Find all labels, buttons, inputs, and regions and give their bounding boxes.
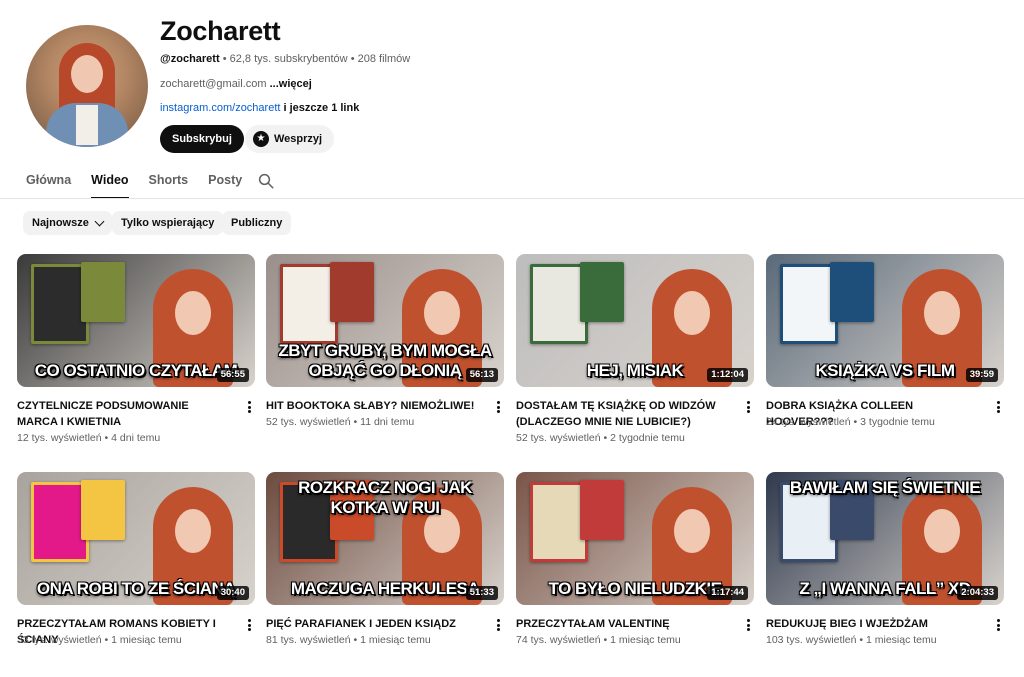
video-card[interactable]: ONA ROBI TO ZE ŚCIANĄ 30:40 PRZECZYTAŁAM R…	[17, 472, 255, 646]
support-button[interactable]: ★ Wesprzyj	[245, 125, 335, 153]
video-title[interactable]: CZYTELNICZE PODSUMOWANIE MARCA I KWIETNI…	[17, 398, 229, 430]
video-title[interactable]: PRZECZYTAŁAM VALENTINĘ	[516, 616, 728, 632]
video-thumbnail[interactable]: KSIĄŻKA VS FILM 39:59	[766, 254, 1004, 387]
video-card[interactable]: CO OSTATNIO CZYTAŁAM 56:55 CZYTELNICZE POD…	[17, 254, 255, 444]
subscriber-count: 62,8 tys. subskrybentów	[229, 53, 348, 65]
video-views: 74 tys. wyświetleń	[516, 634, 601, 646]
video-thumbnail[interactable]: BAWIŁAM SIĘ ŚWIETNIE Z „I WANNA FALL” XD 2…	[766, 472, 1004, 605]
book-cover	[580, 480, 624, 540]
thumbnail-caption-top: ROZKRACZ NOGI JAK KOTKA W RUI	[298, 478, 472, 517]
video-views: 12 tys. wyświetleń	[17, 432, 102, 444]
more-link[interactable]: ...więcej	[270, 78, 312, 90]
video-duration: 39:59	[965, 368, 998, 382]
more-actions-icon[interactable]	[243, 399, 255, 415]
video-thumbnail[interactable]: HEJ, MISIAK 1:12:04	[516, 254, 754, 387]
video-card[interactable]: ROZKRACZ NOGI JAK KOTKA W RUI MACZUGA HER…	[266, 472, 504, 646]
video-views: 52 tys. wyświetleń	[266, 416, 351, 428]
video-age: 1 miesiąc temu	[865, 634, 937, 646]
star-icon: ★	[253, 131, 269, 147]
video-thumbnail[interactable]: CO OSTATNIO CZYTAŁAM 56:55	[17, 254, 255, 387]
channel-avatar[interactable]	[26, 25, 148, 147]
video-thumbnail[interactable]: TO BYŁO NIELUDZKIE 1:17:44	[516, 472, 754, 605]
chevron-down-icon	[94, 216, 105, 227]
channel-email: zocharett@gmail.com	[160, 78, 267, 90]
book-cover	[580, 262, 624, 322]
video-views: 103 tys. wyświetleń	[766, 634, 857, 646]
tab-videos[interactable]: Wideo	[91, 170, 129, 199]
video-thumbnail[interactable]: ONA ROBI TO ZE ŚCIANĄ 30:40	[17, 472, 255, 605]
video-meta: 81 tys. wyświetleń • 1 miesiąc temu	[266, 634, 431, 646]
video-duration: 56:55	[216, 368, 249, 382]
video-title[interactable]: DOSTAŁAM TĘ KSIĄŻKĘ OD WIDZÓW (DLACZEGO …	[516, 398, 728, 430]
channel-links: instagram.com/zocharett i jeszcze 1 link	[160, 102, 359, 114]
subscribe-button[interactable]: Subskrybuj	[160, 125, 244, 153]
video-age: 4 dni temu	[111, 432, 161, 444]
video-title[interactable]: HIT BOOKTOKA SŁABY? NIEMOŻLIWE!	[266, 398, 478, 414]
book-cover	[81, 262, 125, 322]
video-age: 1 miesiąc temu	[360, 634, 431, 646]
more-actions-icon[interactable]	[492, 617, 504, 633]
channel-tabs: Główna Wideo Shorts Posty	[26, 170, 262, 199]
channel-description[interactable]: zocharett@gmail.com ...więcej	[160, 78, 312, 90]
book-cover	[330, 262, 374, 322]
channel-meta: @zocharett • 62,8 tys. subskrybentów • 2…	[160, 53, 411, 65]
video-meta: 33 tys. wyświetleń • 1 miesiąc temu	[17, 634, 182, 646]
thumbnail-caption-top: BAWIŁAM SIĘ ŚWIETNIE	[789, 478, 981, 497]
video-thumbnail[interactable]: ROZKRACZ NOGI JAK KOTKA W RUI MACZUGA HER…	[266, 472, 504, 605]
more-actions-icon[interactable]	[992, 617, 1004, 633]
video-duration: 1:17:44	[707, 586, 748, 600]
video-title[interactable]: PIĘĆ PARAFIANEK I JEDEN KSIĄDZ	[266, 616, 478, 632]
video-card[interactable]: BAWIŁAM SIĘ ŚWIETNIE Z „I WANNA FALL” XD 2…	[766, 472, 1004, 646]
video-views: 52 tys. wyświetleń	[516, 432, 601, 444]
video-duration: 51:33	[465, 586, 498, 600]
more-links[interactable]: i jeszcze 1 link	[284, 102, 360, 114]
tab-shorts[interactable]: Shorts	[149, 170, 189, 199]
members-only-chip[interactable]: Tylko wspierający	[112, 211, 224, 235]
search-icon[interactable]	[257, 172, 275, 190]
video-card[interactable]: ZBYT GRUBY, BYM MOGŁA OBJĄĆ GO DŁONIĄ 56:…	[266, 254, 504, 428]
more-actions-icon[interactable]	[992, 399, 1004, 415]
public-chip[interactable]: Publiczny	[222, 211, 292, 235]
more-actions-icon[interactable]	[492, 399, 504, 415]
video-age: 1 miesiąc temu	[610, 634, 681, 646]
video-age: 3 tygodnie temu	[860, 416, 935, 428]
video-meta: 52 tys. wyświetleń • 2 tygodnie temu	[516, 432, 685, 444]
video-meta: 103 tys. wyświetleń • 1 miesiąc temu	[766, 634, 937, 646]
video-duration: 30:40	[216, 586, 249, 600]
tab-home[interactable]: Główna	[26, 170, 71, 199]
video-thumbnail[interactable]: ZBYT GRUBY, BYM MOGŁA OBJĄĆ GO DŁONIĄ 56:…	[266, 254, 504, 387]
video-age: 1 miesiąc temu	[111, 634, 182, 646]
more-actions-icon[interactable]	[243, 617, 255, 633]
video-views: 24 tys. wyświetleń	[766, 416, 851, 428]
instagram-link[interactable]: instagram.com/zocharett	[160, 102, 280, 114]
video-views: 33 tys. wyświetleń	[17, 634, 102, 646]
video-title[interactable]: REDUKUJĘ BIEG I WJEŻDŻAM	[766, 616, 978, 632]
video-duration: 56:13	[465, 368, 498, 382]
video-duration: 2:04:33	[957, 586, 998, 600]
tabs-divider	[0, 198, 1024, 199]
video-meta: 52 tys. wyświetleń • 11 dni temu	[266, 416, 415, 428]
video-views: 81 tys. wyświetleń	[266, 634, 351, 646]
channel-name: Zocharett	[160, 16, 281, 46]
video-card[interactable]: KSIĄŻKA VS FILM 39:59 DOBRA KSIĄŻKA COLLEE…	[766, 254, 1004, 428]
support-label: Wesprzyj	[274, 133, 323, 145]
video-meta: 24 tys. wyświetleń • 3 tygodnie temu	[766, 416, 935, 428]
video-card[interactable]: HEJ, MISIAK 1:12:04 DOSTAŁAM TĘ KSIĄŻKĘ OD…	[516, 254, 754, 444]
video-card[interactable]: TO BYŁO NIELUDZKIE 1:17:44 PRZECZYTAŁAM VA…	[516, 472, 754, 646]
book-cover	[81, 480, 125, 540]
more-actions-icon[interactable]	[742, 617, 754, 633]
video-count: 208 filmów	[357, 53, 411, 65]
video-meta: 12 tys. wyświetleń • 4 dni temu	[17, 432, 161, 444]
tab-posts[interactable]: Posty	[208, 170, 242, 199]
book-cover	[830, 262, 874, 322]
more-actions-icon[interactable]	[742, 399, 754, 415]
sort-chip[interactable]: Najnowsze	[23, 211, 112, 235]
video-duration: 1:12:04	[707, 368, 748, 382]
sort-chip-label: Najnowsze	[32, 217, 89, 229]
video-meta: 74 tys. wyświetleń • 1 miesiąc temu	[516, 634, 681, 646]
video-age: 11 dni temu	[360, 416, 415, 428]
video-age: 2 tygodnie temu	[610, 432, 685, 444]
channel-handle: @zocharett	[160, 53, 220, 65]
